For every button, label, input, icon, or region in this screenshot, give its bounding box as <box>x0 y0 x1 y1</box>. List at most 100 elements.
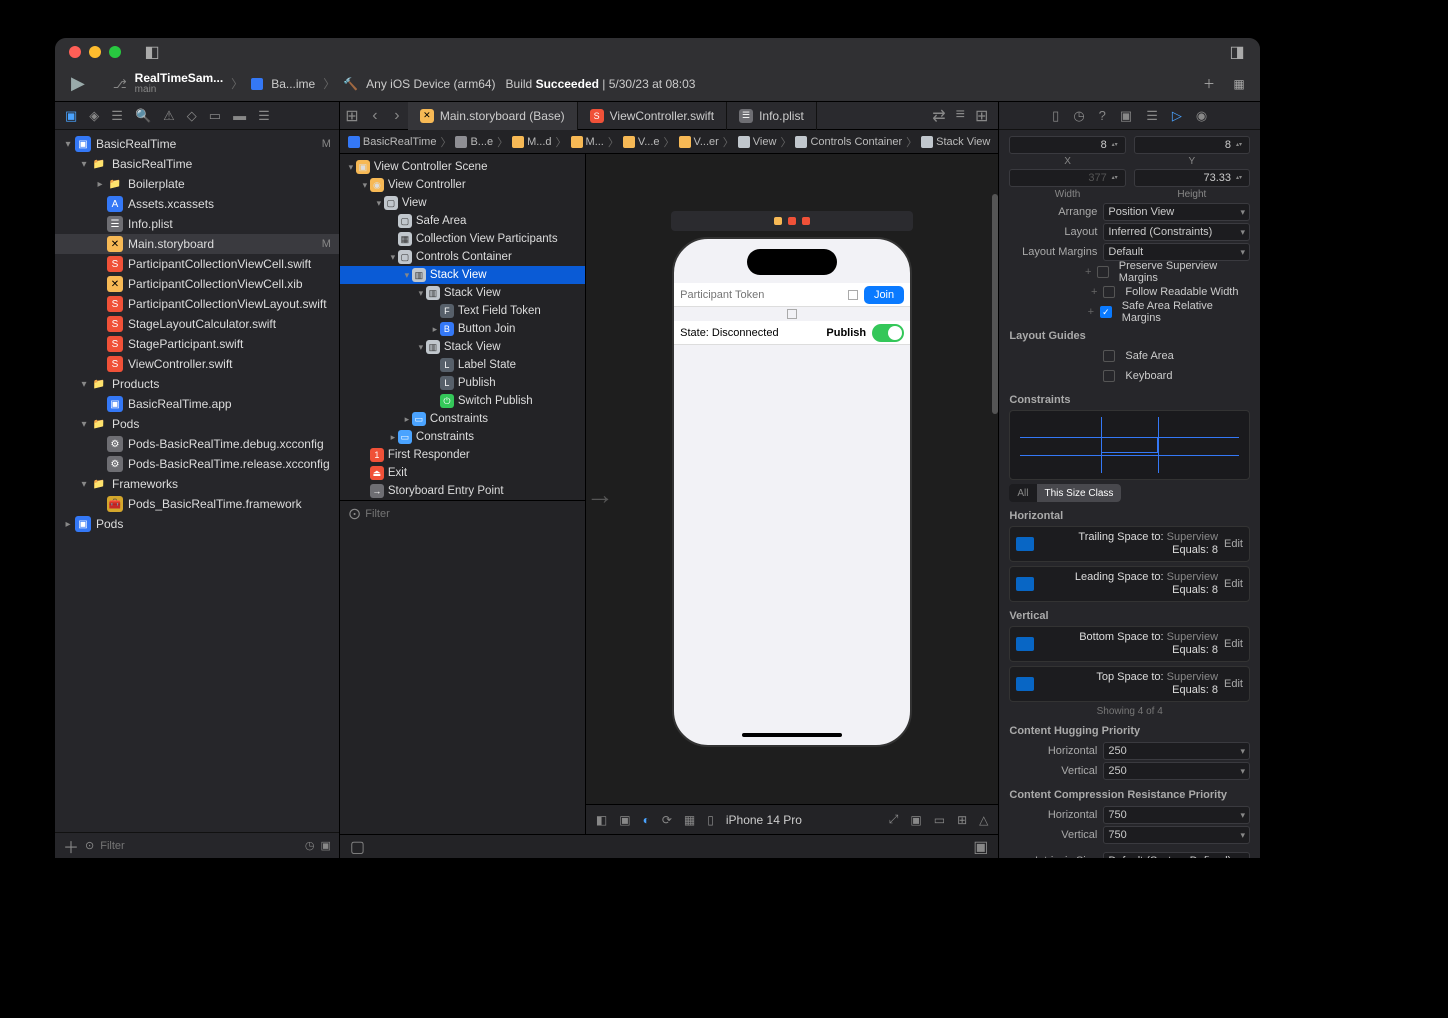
zoom-icon[interactable] <box>109 46 121 58</box>
back-button[interactable]: ‹ <box>364 107 386 125</box>
y-field[interactable]: 8▴▾ <box>1134 136 1250 154</box>
symbol-tab[interactable]: ☰ <box>111 108 123 124</box>
tree-item[interactable]: ⚙Pods-BasicRealTime.release.xcconfig <box>55 454 339 474</box>
attributes-inspector-tab[interactable]: ☰ <box>1146 108 1158 124</box>
tree-item[interactable]: SStageParticipant.swift <box>55 334 339 354</box>
intrinsic-dropdown[interactable]: Default (System Defined) <box>1103 852 1250 858</box>
outline-item[interactable]: 1First Responder <box>340 446 585 464</box>
tree-item[interactable]: ▾📁Pods <box>55 414 339 434</box>
help-inspector-tab[interactable]: ? <box>1099 108 1106 123</box>
add-icon[interactable]: ＋ <box>1198 73 1220 95</box>
arrange-dropdown[interactable]: Position View <box>1103 203 1250 221</box>
constraint-item[interactable]: Trailing Space to: SuperviewEquals: 8Edi… <box>1009 526 1250 562</box>
margins-dropdown[interactable]: Default <box>1103 243 1250 261</box>
outline-item[interactable]: FText Field Token <box>340 302 585 320</box>
scrollbar[interactable] <box>992 194 998 414</box>
checkbox[interactable] <box>1097 266 1108 278</box>
outline-item[interactable]: ▦Collection View Participants <box>340 230 585 248</box>
identity-inspector-tab[interactable]: ▣ <box>1120 108 1132 124</box>
close-icon[interactable] <box>69 46 81 58</box>
find-tab[interactable]: 🔍 <box>135 108 151 124</box>
outline-item[interactable]: ▸▭Constraints <box>340 428 585 446</box>
breadcrumb-item[interactable]: M...d <box>512 136 551 148</box>
debug-console-icon[interactable]: ▢ <box>350 837 365 857</box>
publish-switch[interactable] <box>872 324 904 342</box>
breadcrumb-item[interactable]: V...e <box>623 136 660 148</box>
test-tab[interactable]: ◇ <box>187 108 197 124</box>
outline-item[interactable]: ▢Safe Area <box>340 212 585 230</box>
adjust-icon[interactable]: ▣ <box>619 813 630 827</box>
outline-item[interactable]: LPublish <box>340 374 585 392</box>
outline-item[interactable]: ▾▥Stack View <box>340 338 585 356</box>
tree-item[interactable]: SStageLayoutCalculator.swift <box>55 314 339 334</box>
token-field[interactable] <box>680 289 842 301</box>
breadcrumb-item[interactable]: V...er <box>679 136 719 148</box>
breadcrumb-item[interactable]: B...e <box>455 136 493 148</box>
tree-item[interactable]: ▾📁BasicRealTime <box>55 154 339 174</box>
compress-h-field[interactable]: 750 <box>1103 806 1250 824</box>
scene-title-bar[interactable] <box>671 211 913 231</box>
tree-item[interactable]: ✕ParticipantCollectionViewCell.xib <box>55 274 339 294</box>
outline-item[interactable]: ▾◉View Controller <box>340 176 585 194</box>
tree-item[interactable]: SParticipantCollectionViewLayout.swift <box>55 294 339 314</box>
hugging-v-field[interactable]: 250 <box>1103 762 1250 780</box>
outline-item[interactable]: ▾▢Controls Container <box>340 248 585 266</box>
tree-item[interactable]: SParticipantCollectionViewCell.swift <box>55 254 339 274</box>
canvas-area[interactable]: → <box>586 154 998 804</box>
edit-button[interactable]: Edit <box>1224 678 1243 690</box>
zoom-fit-icon[interactable]: ⤢ <box>889 812 899 827</box>
breadcrumb-item[interactable]: View <box>738 136 777 148</box>
outline-item[interactable]: ▸▭Constraints <box>340 410 585 428</box>
show-debug-icon[interactable]: ▣ <box>973 837 988 857</box>
outline-item[interactable]: ⏻Switch Publish <box>340 392 585 410</box>
x-field[interactable]: 8▴▾ <box>1009 136 1125 154</box>
join-button[interactable]: Join <box>864 286 904 304</box>
device-label[interactable]: iPhone 14 Pro <box>726 813 802 827</box>
breadcrumb-item[interactable]: Stack View <box>921 136 990 148</box>
outline-item[interactable]: →Storyboard Entry Point <box>340 482 585 500</box>
tree-item[interactable]: AAssets.xcassets <box>55 194 339 214</box>
tree-item[interactable]: SViewController.swift <box>55 354 339 374</box>
hugging-h-field[interactable]: 250 <box>1103 742 1250 760</box>
file-inspector-tab[interactable]: ▯ <box>1052 108 1059 124</box>
scheme-selector[interactable]: ⎇ RealTimeSam... main 〉 Ba...ime 〉 🔨 Any… <box>113 72 496 96</box>
clock-icon[interactable]: ◷ <box>305 839 315 852</box>
adjust-icon[interactable]: ≡ <box>956 106 965 126</box>
checkbox[interactable] <box>1103 286 1115 298</box>
forward-button[interactable]: › <box>386 107 408 125</box>
issue-tab[interactable]: ⚠ <box>163 108 175 124</box>
breadcrumb-item[interactable]: BasicRealTime <box>348 136 437 148</box>
inspector-toggle-icon[interactable]: ◨ <box>1226 41 1248 63</box>
checkbox[interactable] <box>1103 370 1115 382</box>
width-field[interactable]: 377▴▾ <box>1009 169 1125 187</box>
outline-item[interactable]: ▾▢View <box>340 194 585 212</box>
tree-item[interactable]: ☰Info.plist <box>55 214 339 234</box>
align-icon[interactable]: ▭ <box>934 813 945 827</box>
compress-v-field[interactable]: 750 <box>1103 826 1250 844</box>
tree-item[interactable]: ▾▣BasicRealTimeM <box>55 134 339 154</box>
outline-item[interactable]: ▾▥Stack View <box>340 266 585 284</box>
device-preview[interactable]: Join State: Disconnected Publish <box>672 237 912 747</box>
add-file-icon[interactable]: ＋ <box>63 834 79 858</box>
constraint-item[interactable]: Bottom Space to: SuperviewEquals: 8Edit <box>1009 626 1250 662</box>
sidebar-toggle-icon[interactable]: ◧ <box>141 41 163 63</box>
tree-item[interactable]: ⚙Pods-BasicRealTime.debug.xcconfig <box>55 434 339 454</box>
outline-item[interactable]: ⏏Exit <box>340 464 585 482</box>
run-button[interactable]: ▶ <box>71 73 85 94</box>
report-tab[interactable]: ☰ <box>258 108 270 124</box>
outline-toggle-icon[interactable]: ◧ <box>596 813 607 827</box>
tree-item[interactable]: ▸📁Boilerplate <box>55 174 339 194</box>
resolve-icon[interactable]: △ <box>979 813 988 827</box>
edit-button[interactable]: Edit <box>1224 578 1243 590</box>
connections-inspector-tab[interactable]: ◉ <box>1196 108 1207 124</box>
related-items-icon[interactable]: ⊞ <box>340 106 364 126</box>
outline-item[interactable]: ▸BButton Join <box>340 320 585 338</box>
tree-item[interactable]: ▾📁Products <box>55 374 339 394</box>
tree-item[interactable]: ▸▣Pods <box>55 514 339 534</box>
variants-icon[interactable]: ▦ <box>684 813 695 827</box>
breakpoint-tab[interactable]: ▬ <box>233 108 246 123</box>
outline-item[interactable]: LLabel State <box>340 356 585 374</box>
breadcrumb-item[interactable]: M... <box>571 136 604 148</box>
tree-item[interactable]: 🧰Pods_BasicRealTime.framework <box>55 494 339 514</box>
jump-bar[interactable]: BasicRealTime〉B...e〉M...d〉M...〉V...e〉V..… <box>340 130 998 154</box>
